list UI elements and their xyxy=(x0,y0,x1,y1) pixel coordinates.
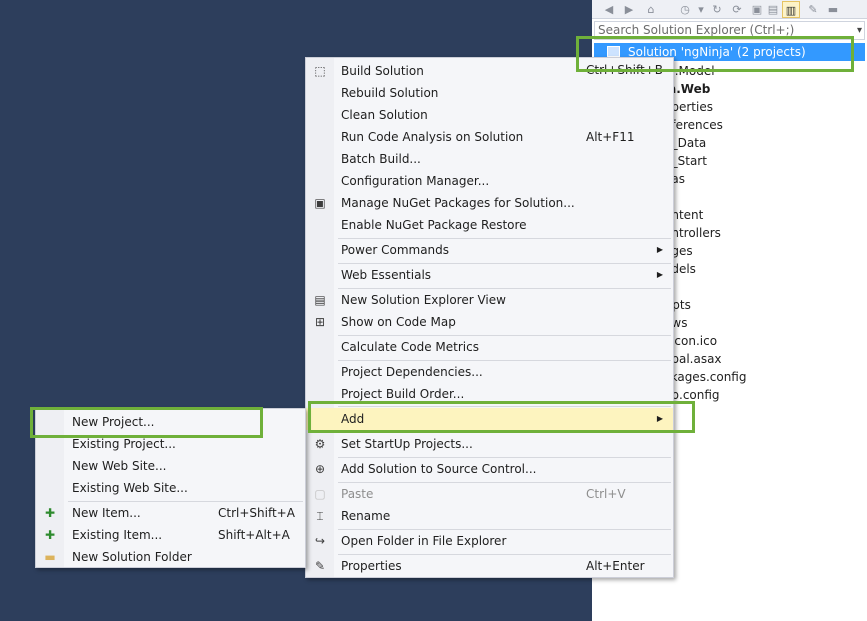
home-icon[interactable]: ⌂ xyxy=(642,1,660,18)
rename-icon: ⌶ xyxy=(316,509,324,523)
menu-item-label: Web Essentials xyxy=(341,268,432,282)
menu-item-label: Rebuild Solution xyxy=(341,86,439,100)
menu-item-batch-build[interactable]: Batch Build... xyxy=(306,148,673,170)
menu-item-web-essentials[interactable]: Web Essentials ▶ xyxy=(306,264,673,286)
menu-item-calculate-code-metrics[interactable]: Calculate Code Metrics xyxy=(306,336,673,358)
code-map-icon: ⊞ xyxy=(314,315,326,329)
menu-item-label: Set StartUp Projects... xyxy=(341,437,473,451)
forward-icon[interactable]: ▶ xyxy=(620,1,638,18)
menu-item-manage-nuget[interactable]: ▣ Manage NuGet Packages for Solution... xyxy=(306,192,673,214)
menu-item-label: Manage NuGet Packages for Solution... xyxy=(341,196,575,210)
menu-item-existing-item[interactable]: ✚ Existing Item... Shift+Alt+A xyxy=(36,524,305,546)
menu-item-label: Open Folder in File Explorer xyxy=(341,534,507,548)
menu-item-new-web-site[interactable]: New Web Site... xyxy=(36,455,305,477)
menu-item-paste[interactable]: ▢ Paste Ctrl+V xyxy=(306,483,673,505)
menu-item-rename[interactable]: ⌶ Rename xyxy=(306,505,673,527)
menu-item-run-code-analysis[interactable]: Run Code Analysis on Solution Alt+F11 xyxy=(306,126,673,148)
wrench-icon: ✎ xyxy=(314,559,326,573)
menu-item-label: Build Solution xyxy=(341,64,424,78)
folder-icon: ▬ xyxy=(44,550,56,564)
submenu-arrow-icon: ▶ xyxy=(656,270,663,279)
menu-item-new-item[interactable]: ✚ New Item... Ctrl+Shift+A xyxy=(36,502,305,524)
refresh-icon[interactable]: ↻ xyxy=(708,1,726,18)
menu-item-label: Properties xyxy=(341,559,402,573)
menu-item-show-on-code-map[interactable]: ⊞ Show on Code Map xyxy=(306,311,673,333)
menu-item-enable-nuget-restore[interactable]: Enable NuGet Package Restore xyxy=(306,214,673,236)
menu-item-label: Enable NuGet Package Restore xyxy=(341,218,527,232)
menu-item-shortcut: Shift+Alt+A xyxy=(218,528,290,542)
search-dropdown-icon[interactable]: ▾ xyxy=(857,22,862,39)
pending-changes-icon[interactable]: ▥ xyxy=(782,1,800,18)
menu-item-rebuild-solution[interactable]: Rebuild Solution xyxy=(306,82,673,104)
highlight-add xyxy=(308,401,695,433)
nuget-icon: ▣ xyxy=(314,196,326,210)
source-control-icon: ⊕ xyxy=(314,462,326,476)
paste-icon: ▢ xyxy=(314,487,326,501)
new-view-icon: ▤ xyxy=(314,293,326,307)
build-icon: ⬚ xyxy=(314,64,326,78)
menu-item-label: Calculate Code Metrics xyxy=(341,340,479,354)
menu-item-label: Existing Item... xyxy=(72,528,163,542)
highlight-solution xyxy=(576,36,854,72)
menu-item-add-to-source-control[interactable]: ⊕ Add Solution to Source Control... xyxy=(306,458,673,480)
refresh-all-icon[interactable]: ⟳ xyxy=(728,1,746,18)
menu-item-open-folder[interactable]: ↪ Open Folder in File Explorer xyxy=(306,530,673,552)
menu-item-label: Show on Code Map xyxy=(341,315,456,329)
new-item-icon: ✚ xyxy=(44,506,56,520)
tree-item[interactable]: ckages.config xyxy=(664,368,746,386)
menu-item-properties[interactable]: ✎ Properties Alt+Enter xyxy=(306,555,673,577)
menu-item-shortcut: Ctrl+V xyxy=(586,487,626,501)
menu-item-label: New Item... xyxy=(72,506,141,520)
menu-item-set-startup-projects[interactable]: ⚙ Set StartUp Projects... xyxy=(306,433,673,455)
menu-item-label: Configuration Manager... xyxy=(341,174,490,188)
menu-item-project-dependencies[interactable]: Project Dependencies... xyxy=(306,361,673,383)
menu-item-shortcut: Alt+Enter xyxy=(586,559,645,573)
gear-icon: ⚙ xyxy=(314,437,326,451)
highlight-new-project xyxy=(30,407,263,438)
existing-item-icon: ✚ xyxy=(44,528,56,542)
menu-item-new-solution-explorer-view[interactable]: ▤ New Solution Explorer View xyxy=(306,289,673,311)
menu-item-clean-solution[interactable]: Clean Solution xyxy=(306,104,673,126)
menu-item-label: Project Dependencies... xyxy=(341,365,483,379)
menu-item-label: New Web Site... xyxy=(72,459,167,473)
back-icon[interactable]: ◀ xyxy=(600,1,618,18)
pin-icon[interactable]: ▬ xyxy=(824,1,842,18)
submenu-arrow-icon: ▶ xyxy=(656,245,663,254)
menu-item-label: Paste xyxy=(341,487,374,501)
menu-item-label: Run Code Analysis on Solution xyxy=(341,130,524,144)
menu-item-shortcut: Alt+F11 xyxy=(586,130,635,144)
menu-item-label: Power Commands xyxy=(341,243,450,257)
search-placeholder: Search Solution Explorer (Ctrl+;) xyxy=(598,23,795,37)
solution-context-menu: ⬚ Build Solution Rebuild Solution Clean … xyxy=(305,57,674,578)
menu-item-label: Clean Solution xyxy=(341,108,428,122)
solution-explorer-toolbar: ◀ ▶ ⌂ ◷ ▾ ↻ ⟳ ▣ ▤ ▥ ✎ ▬ xyxy=(592,0,867,19)
menu-item-label: New Solution Folder xyxy=(72,550,192,564)
menu-item-new-solution-folder[interactable]: ▬ New Solution Folder xyxy=(36,546,305,568)
wrench-icon[interactable]: ✎ xyxy=(804,1,822,18)
menu-item-shortcut: Ctrl+Shift+A xyxy=(218,506,295,520)
menu-item-label: Existing Web Site... xyxy=(72,481,188,495)
menu-item-label: Batch Build... xyxy=(341,152,421,166)
properties-icon[interactable]: ▤ xyxy=(764,1,782,18)
menu-item-existing-web-site[interactable]: Existing Web Site... xyxy=(36,477,305,499)
menu-item-power-commands[interactable]: Power Commands ▶ xyxy=(306,239,673,261)
menu-item-label: Add Solution to Source Control... xyxy=(341,462,537,476)
open-folder-icon: ↪ xyxy=(314,534,326,548)
menu-item-label: Rename xyxy=(341,509,391,523)
menu-item-label: New Solution Explorer View xyxy=(341,293,506,307)
menu-item-configuration-manager[interactable]: Configuration Manager... xyxy=(306,170,673,192)
